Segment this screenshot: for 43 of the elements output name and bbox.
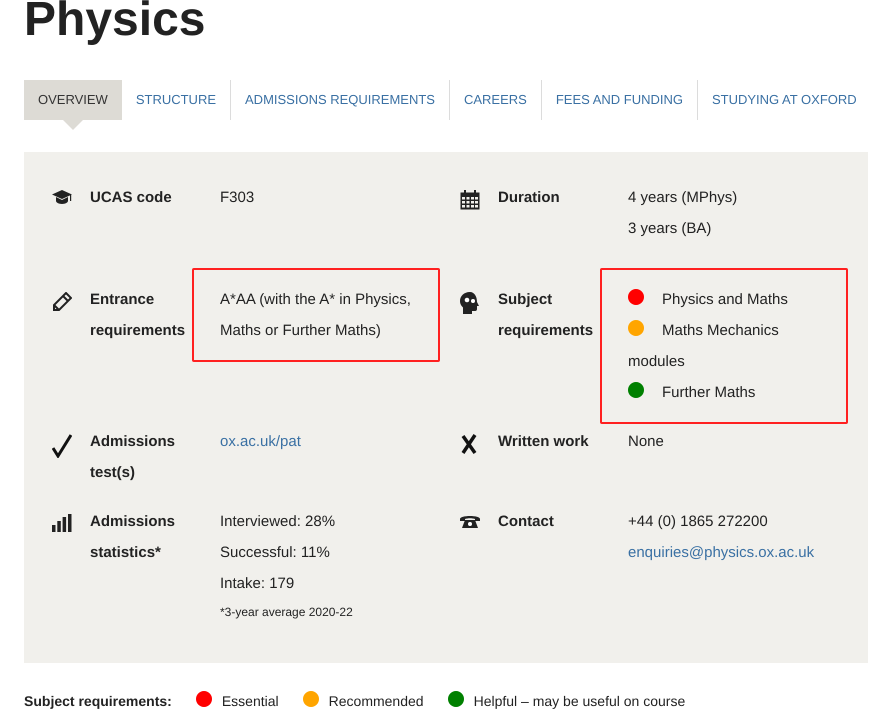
tab[interactable]: ADMISSIONS REQUIREMENTS	[230, 80, 449, 120]
field-value: Interviewed: 28%	[220, 512, 336, 532]
field-value: +44 (0) 1865 272200	[628, 512, 769, 532]
telephone-icon	[460, 514, 480, 528]
tab-pointer	[62, 120, 83, 130]
legend-text: Helpful – may be useful on course	[474, 692, 686, 711]
tab[interactable]: STUDYING AT OXFORD	[696, 80, 871, 120]
tab[interactable]: OVERVIEW	[24, 80, 122, 120]
field-label: Contact	[498, 512, 555, 532]
field-label: Subject requirements	[498, 290, 594, 341]
check-icon	[52, 434, 72, 458]
link[interactable]: ox.ac.uk/pat	[220, 426, 301, 457]
field-value: Successful: 11%	[220, 543, 331, 563]
field-label: Entrance requirements	[90, 290, 186, 341]
head-gears-icon	[460, 292, 480, 314]
tab[interactable]: FEES AND FUNDING	[540, 80, 697, 120]
graduation-cap-icon	[52, 190, 72, 204]
field-label: Written work	[498, 432, 590, 452]
field-value: F303	[220, 188, 256, 208]
bar-chart-icon	[52, 514, 72, 532]
legend-text: Recommended	[328, 692, 424, 711]
field-value: 4 years (MPhys)	[628, 188, 738, 208]
field-label: Admissions statistics*	[90, 512, 176, 563]
tab[interactable]: CAREERS	[448, 80, 541, 120]
field-label: Admissions test(s)	[90, 432, 176, 483]
field-label: Duration	[498, 188, 561, 208]
legend-text: Essential	[222, 692, 279, 711]
field-label: UCAS code	[90, 188, 173, 208]
pencil-icon	[52, 292, 72, 312]
field-value: A*AA (with the A* in Physics, Maths or Further Maths)	[220, 290, 412, 341]
page-title: Physics	[24, 0, 206, 44]
link[interactable]: enquiries@physics.ox.ac.uk	[628, 537, 814, 568]
footnote: *3-year average 2020-22	[220, 604, 354, 621]
field-value: Intake: 179	[220, 574, 296, 594]
requirement-text: Physics and Maths	[662, 291, 788, 308]
field-value: None	[628, 432, 665, 452]
legend-label: Subject requirements:	[24, 692, 172, 711]
calendar-icon	[460, 190, 480, 210]
cross-icon	[460, 434, 478, 454]
tab[interactable]: STRUCTURE	[122, 80, 230, 120]
field-value: 3 years (BA)	[628, 219, 712, 239]
requirement-text: Maths Mechanics modules	[628, 322, 779, 370]
requirement-text: Further Maths	[662, 384, 756, 401]
